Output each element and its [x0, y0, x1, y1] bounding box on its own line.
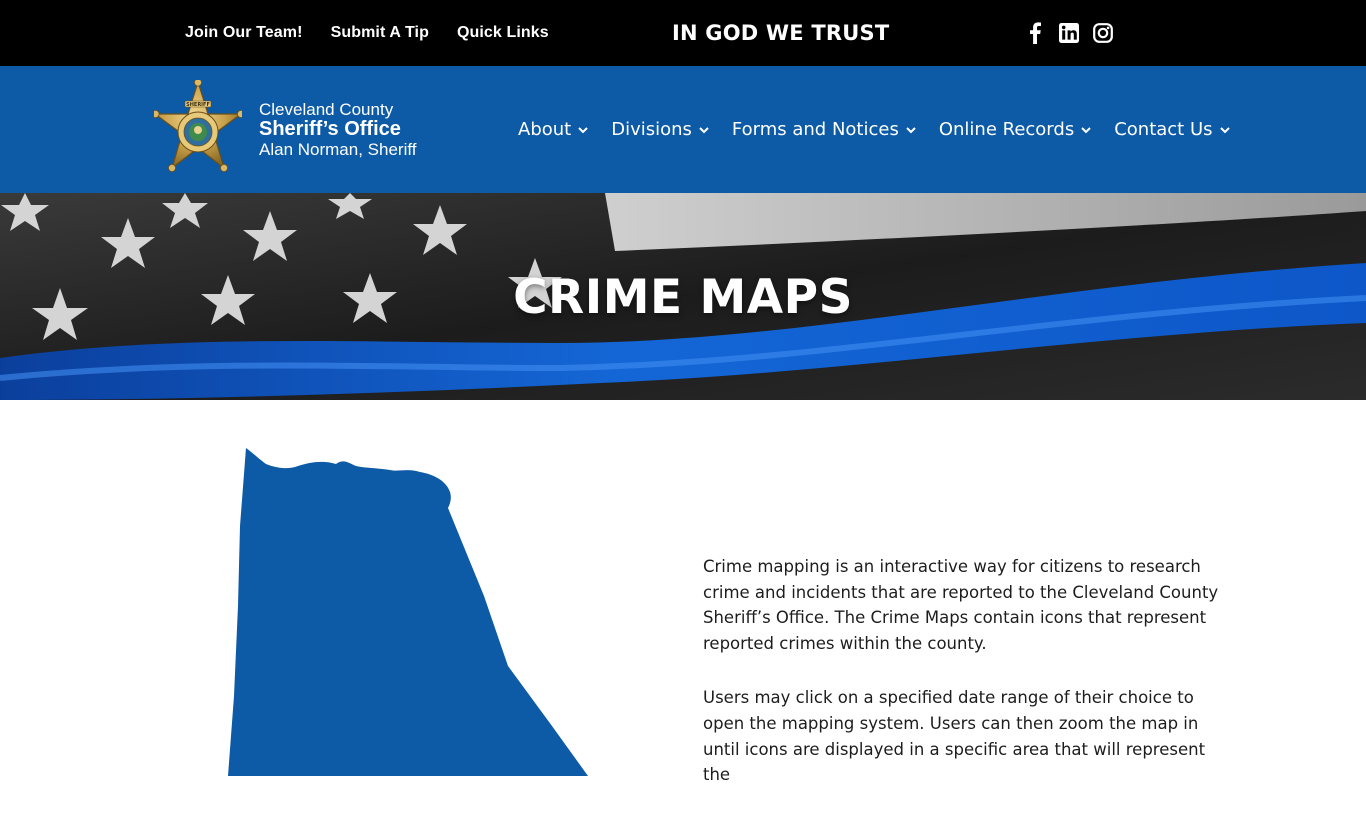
linkedin-icon[interactable] [1058, 22, 1080, 44]
join-our-team-link[interactable]: Join Our Team! [185, 24, 303, 42]
nav-item-divisions[interactable]: Divisions [611, 119, 710, 140]
description-text: Crime mapping is an interactive way for … [703, 554, 1223, 817]
top-bar: Join Our Team! Submit A Tip Quick Links … [0, 0, 1366, 66]
sheriff-badge-icon: SHERIFF [154, 80, 242, 173]
county-map-image[interactable] [228, 446, 588, 776]
nav-item-online-records[interactable]: Online Records [939, 119, 1092, 140]
svg-text:SHERIFF: SHERIFF [186, 102, 210, 108]
nav-label: Forms and Notices [731, 119, 899, 140]
description-paragraph: Users may click on a specified date rang… [703, 688, 1206, 785]
main-nav: About Divisions Forms and Notices Online… [518, 66, 1231, 193]
social-links [1024, 0, 1114, 66]
chevron-down-icon [577, 124, 589, 136]
nav-item-about[interactable]: About [518, 119, 589, 140]
nav-label: Online Records [938, 119, 1075, 140]
brand-text: Cleveland County Sheriff’s Office Alan N… [259, 101, 416, 158]
motto: IN GOD WE TRUST [672, 21, 890, 45]
hero-banner: CRIME MAPS [0, 193, 1366, 400]
brand-office: Sheriff’s Office [259, 118, 401, 141]
site-header: SHERIFF Cleveland County Sheriff’s Offic… [0, 66, 1366, 193]
brand-sheriff: Alan Norman, Sheriff [259, 139, 417, 159]
nav-label: Divisions [611, 119, 692, 140]
submit-a-tip-link[interactable]: Submit A Tip [331, 24, 429, 42]
nav-item-contact-us[interactable]: Contact Us [1114, 119, 1230, 140]
nav-label: About [518, 119, 572, 140]
description-paragraph: Crime mapping is an interactive way for … [703, 557, 1219, 653]
chevron-down-icon [1080, 124, 1092, 136]
facebook-icon[interactable] [1024, 22, 1046, 44]
nav-label: Contact Us [1114, 119, 1213, 140]
top-links: Join Our Team! Submit A Tip Quick Links [185, 0, 549, 66]
brand-county: Cleveland County [259, 100, 394, 120]
chevron-down-icon [698, 124, 710, 136]
chevron-down-icon [905, 124, 917, 136]
site-logo[interactable]: SHERIFF Cleveland County Sheriff’s Offic… [154, 80, 444, 180]
instagram-icon[interactable] [1092, 22, 1114, 44]
quick-links-link[interactable]: Quick Links [457, 24, 549, 42]
chevron-down-icon [1219, 124, 1231, 136]
page-title: CRIME MAPS [513, 270, 853, 325]
main-content: Crime mapping is an interactive way for … [0, 400, 1366, 784]
nav-item-forms-and-notices[interactable]: Forms and Notices [732, 119, 917, 140]
